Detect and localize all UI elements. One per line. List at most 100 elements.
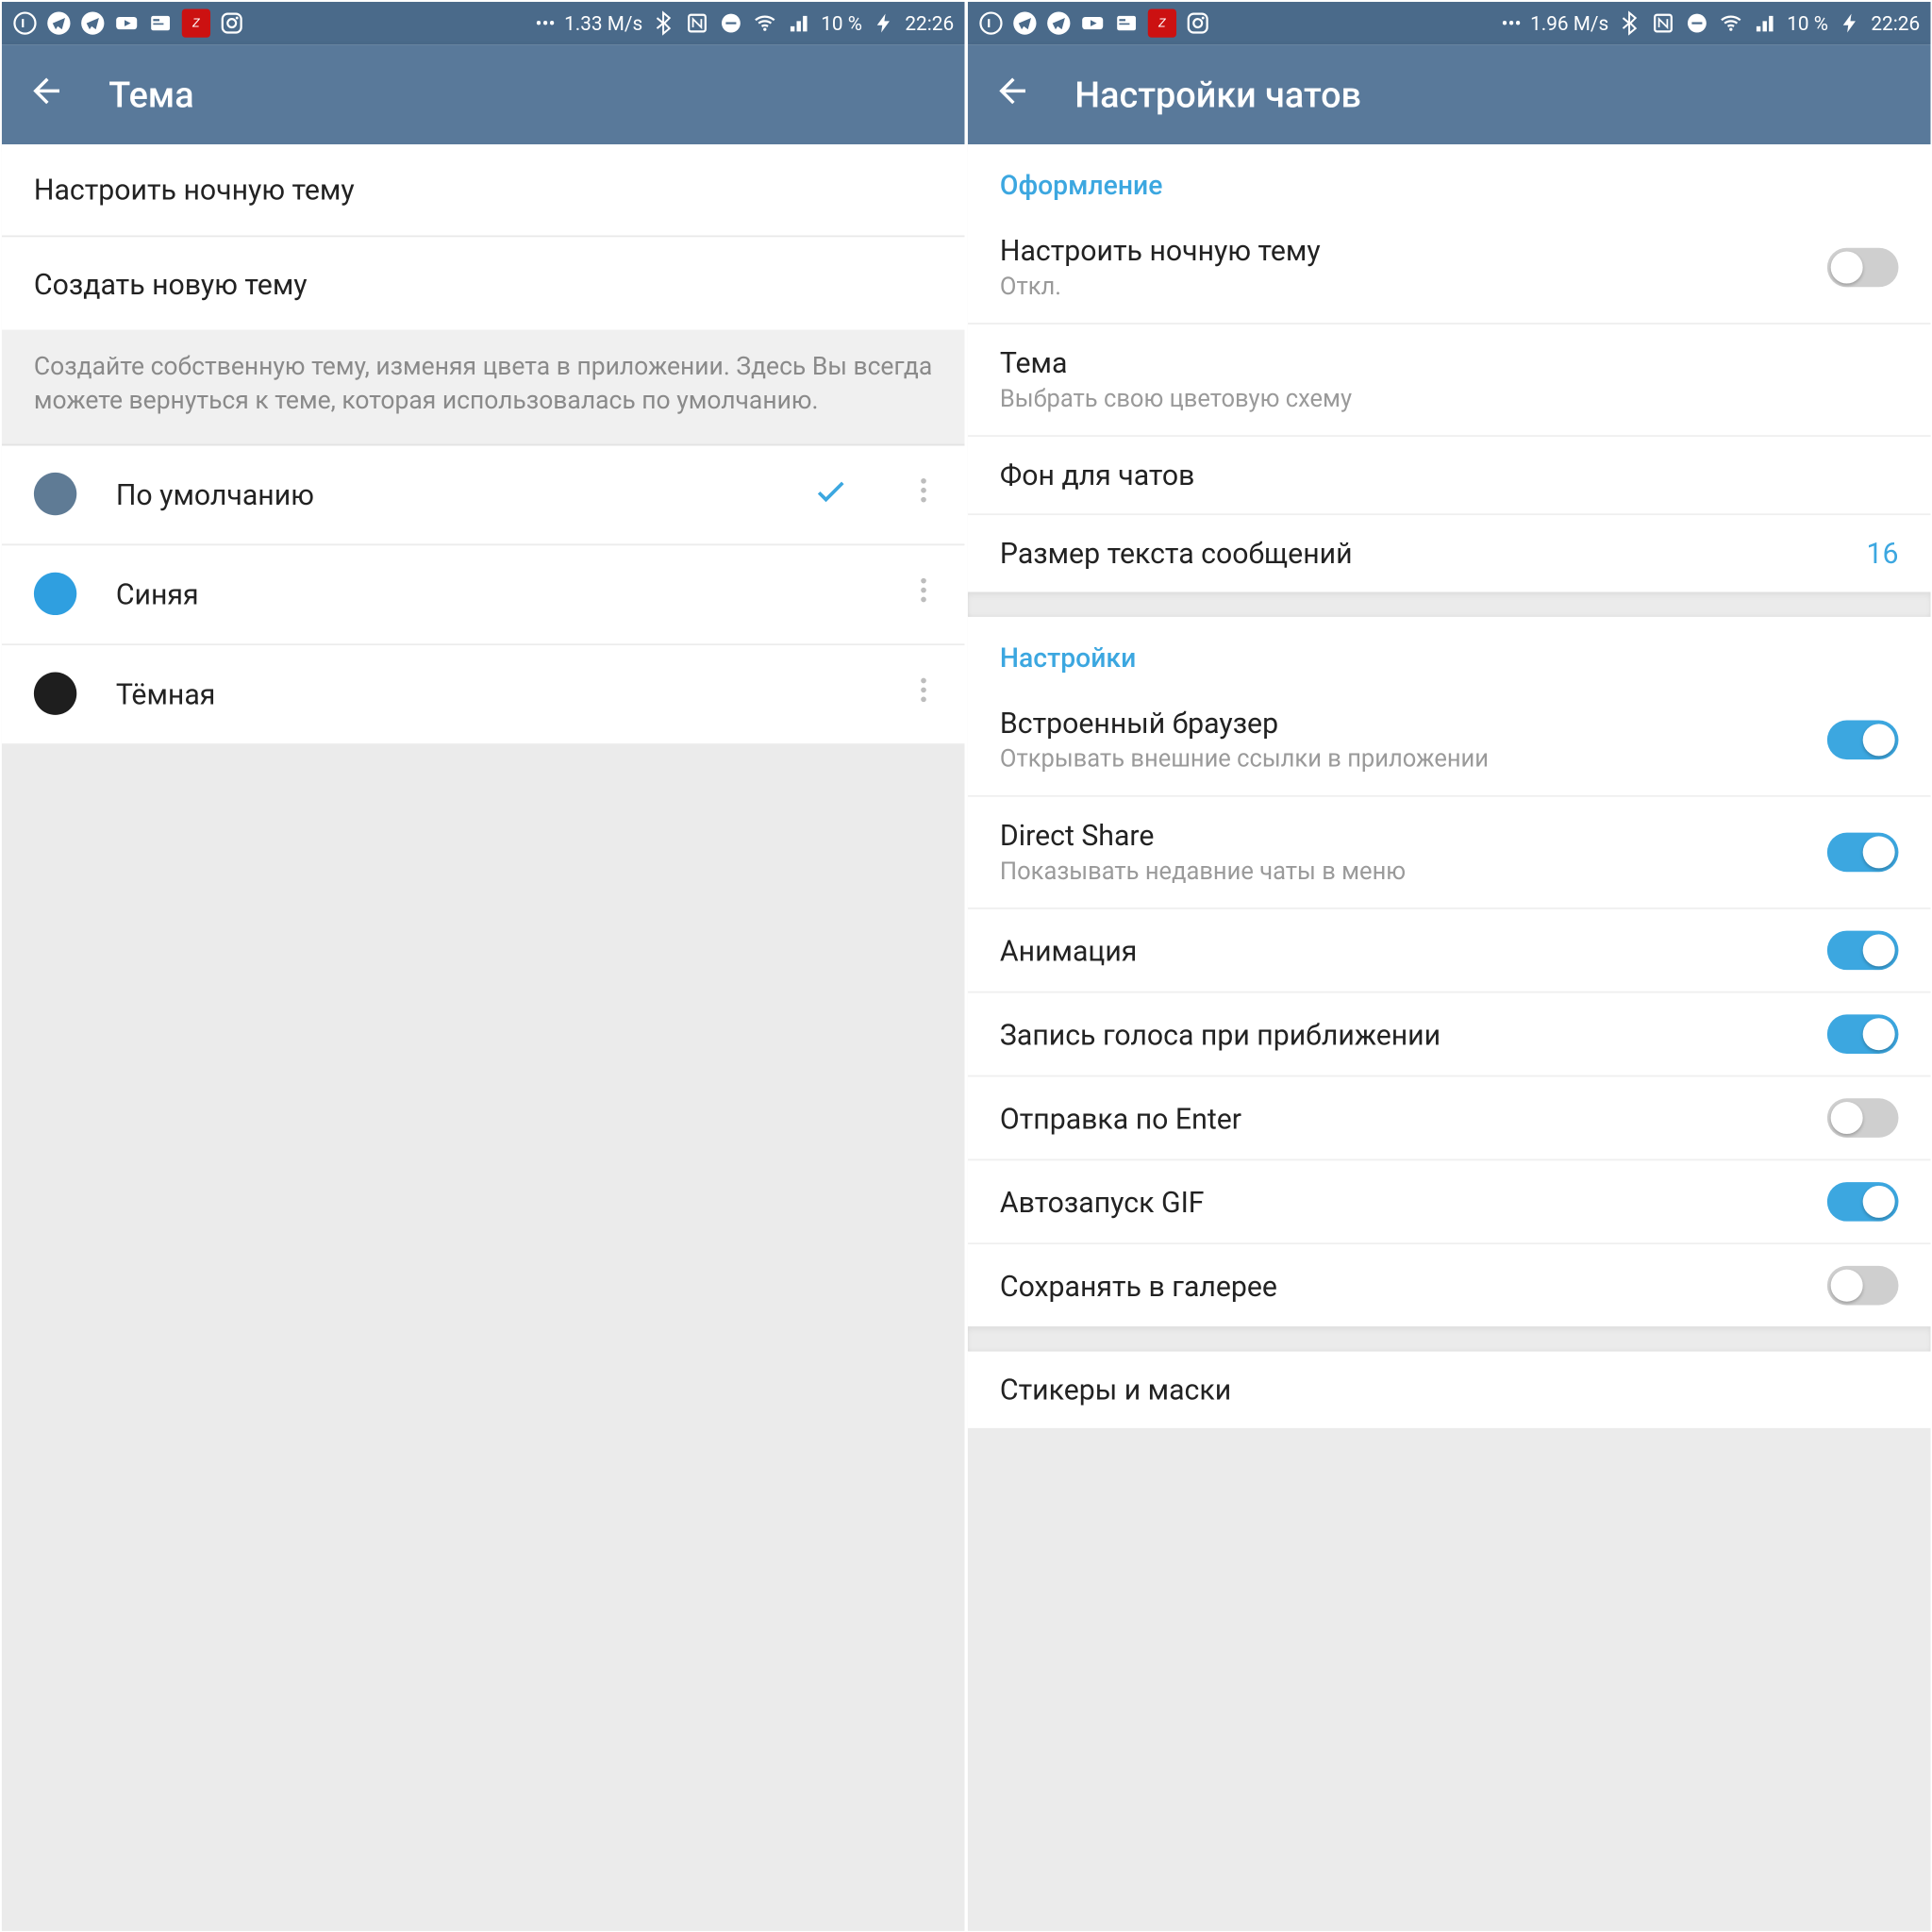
theme-list: По умолчанию Синяя Тёмная [2, 445, 965, 745]
row-label: Создать новую тему [34, 267, 308, 301]
telegram-icon [46, 10, 71, 35]
row-sublabel: Выбрать свою цветовую схему [1000, 385, 1899, 413]
night-theme-row[interactable]: Настроить ночную тему Откл. [968, 212, 1931, 325]
more-icon[interactable] [908, 575, 940, 614]
signal-icon [1753, 10, 1777, 35]
theme-option[interactable]: По умолчанию [2, 445, 965, 545]
chat-background-row[interactable]: Фон для чатов [968, 437, 1931, 515]
youtube-icon [1080, 10, 1105, 35]
voice-proximity-toggle[interactable] [1827, 1014, 1899, 1054]
theme-name: По умолчанию [116, 477, 773, 511]
empty-area [2, 745, 965, 1931]
section-gap [968, 591, 1931, 616]
more-icon[interactable] [908, 675, 940, 714]
net-speed: 1.96 M/s [1530, 11, 1608, 35]
save-gallery-toggle[interactable] [1827, 1266, 1899, 1306]
row-label: Запись голоса при приближении [1000, 1017, 1809, 1051]
theme-color-swatch [34, 473, 76, 515]
more-icon[interactable] [908, 475, 940, 514]
autoplay-gif-row[interactable]: Автозапуск GIF [968, 1160, 1931, 1244]
clock: 22:26 [905, 11, 954, 35]
news-icon [1114, 10, 1139, 35]
tiktok-icon [12, 10, 37, 35]
clock: 22:26 [1871, 11, 1920, 35]
status-bar-left: Z ••• 1.33 M/s 10 % 22:26 [2, 2, 965, 44]
direct-share-row[interactable]: Direct Share Показывать недавние чаты в … [968, 797, 1931, 909]
send-enter-toggle[interactable] [1827, 1098, 1899, 1138]
nfc-icon [686, 10, 710, 35]
row-label: Сохранять в галерее [1000, 1269, 1809, 1303]
row-sublabel: Откл. [1000, 273, 1809, 301]
voice-proximity-row[interactable]: Запись голоса при приближении [968, 993, 1931, 1077]
text-size-row[interactable]: Размер текста сообщений 16 [968, 515, 1931, 591]
create-new-theme-row[interactable]: Создать новую тему [2, 237, 965, 329]
hint-text: Создайте собственную тему, изменяя цвета… [2, 330, 965, 445]
telegram-icon [1012, 10, 1037, 35]
battery-pct: 10 % [1787, 11, 1828, 35]
row-label: Стикеры и маски [1000, 1373, 1899, 1407]
more-dots-icon: ••• [1502, 11, 1522, 35]
back-icon[interactable] [992, 72, 1032, 118]
theme-screen: Z ••• 1.33 M/s 10 % 22:26 [0, 0, 966, 1932]
charging-icon [1837, 10, 1861, 35]
dnd-icon [1685, 10, 1709, 35]
bluetooth-icon [652, 10, 676, 35]
check-icon [811, 471, 851, 517]
instagram-icon [219, 10, 243, 35]
builtin-browser-row[interactable]: Встроенный браузер Открывать внешние ссы… [968, 685, 1931, 797]
row-label: Автозапуск GIF [1000, 1185, 1809, 1219]
news-icon [148, 10, 173, 35]
row-sublabel: Показывать недавние чаты в меню [1000, 858, 1809, 886]
theme-name: Синяя [116, 577, 773, 611]
theme-name: Тёмная [116, 677, 773, 711]
telegram-icon-2 [80, 10, 105, 35]
status-bar-right: Z ••• 1.96 M/s 10 % 22:26 [968, 2, 1931, 44]
nfc-icon [1652, 10, 1676, 35]
builtin-browser-toggle[interactable] [1827, 721, 1899, 760]
direct-share-toggle[interactable] [1827, 833, 1899, 873]
back-icon[interactable] [26, 72, 66, 118]
row-sublabel: Открывать внешние ссылки в приложении [1000, 745, 1809, 774]
row-label: Direct Share [1000, 819, 1809, 853]
tiktok-icon [978, 10, 1003, 35]
theme-color-swatch [34, 673, 76, 715]
instagram-icon [1185, 10, 1209, 35]
signal-icon [787, 10, 811, 35]
theme-option[interactable]: Тёмная [2, 645, 965, 745]
youtube-icon [114, 10, 139, 35]
charging-icon [871, 10, 895, 35]
app-bar: Тема [2, 44, 965, 144]
save-gallery-row[interactable]: Сохранять в галерее [968, 1244, 1931, 1326]
theme-row[interactable]: Тема Выбрать свою цветовую схему [968, 325, 1931, 437]
dnd-icon [719, 10, 743, 35]
configure-night-theme-row[interactable]: Настроить ночную тему [2, 144, 965, 237]
row-label: Анимация [1000, 933, 1809, 967]
page-title: Настройки чатов [1074, 73, 1361, 115]
animation-toggle[interactable] [1827, 931, 1899, 971]
chat-settings-screen: Z ••• 1.96 M/s 10 % 22:26 [966, 0, 1932, 1932]
send-enter-row[interactable]: Отправка по Enter [968, 1077, 1931, 1161]
autoplay-gif-toggle[interactable] [1827, 1182, 1899, 1222]
battery-pct: 10 % [821, 11, 862, 35]
app-bar: Настройки чатов [968, 44, 1931, 144]
app-icon: Z [1148, 8, 1176, 37]
row-label: Встроенный браузер [1000, 706, 1809, 740]
more-dots-icon: ••• [536, 11, 556, 35]
text-size-value: 16 [1866, 537, 1898, 571]
page-title: Тема [108, 73, 193, 115]
night-theme-toggle[interactable] [1827, 248, 1899, 288]
row-label: Отправка по Enter [1000, 1101, 1809, 1135]
stickers-row[interactable]: Стикеры и маски [968, 1352, 1931, 1428]
row-label: Тема [1000, 346, 1899, 380]
theme-color-swatch [34, 573, 76, 615]
bluetooth-icon [1618, 10, 1642, 35]
section-settings: Настройки [968, 617, 1931, 685]
app-icon: Z [182, 8, 210, 37]
row-label: Настроить ночную тему [1000, 234, 1809, 268]
row-label: Фон для чатов [1000, 458, 1899, 492]
section-design: Оформление [968, 144, 1931, 212]
theme-option[interactable]: Синяя [2, 545, 965, 645]
animation-row[interactable]: Анимация [968, 909, 1931, 993]
net-speed: 1.33 M/s [564, 11, 642, 35]
wifi-icon [1719, 10, 1743, 35]
